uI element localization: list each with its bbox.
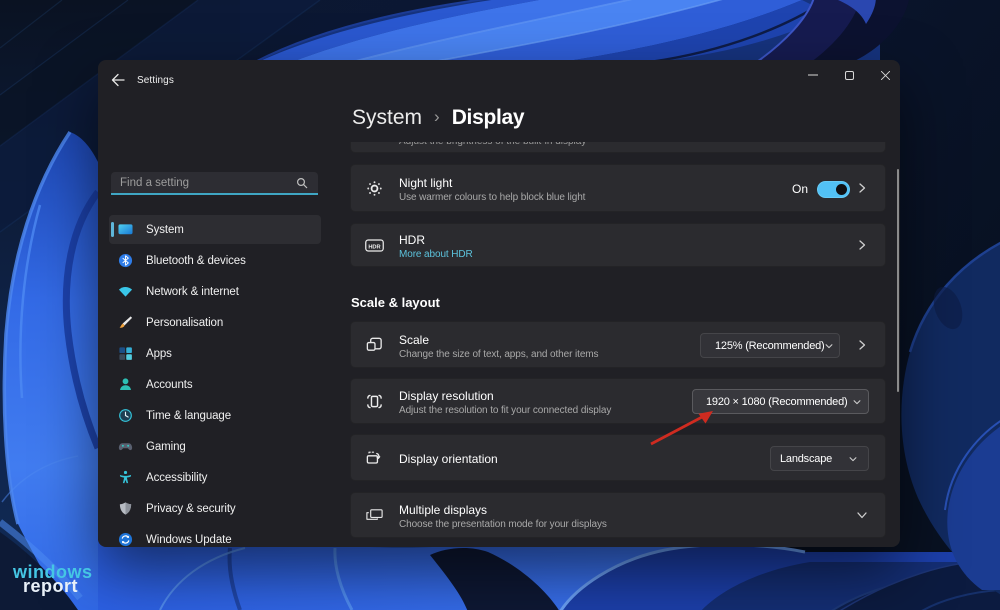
svg-text:HDR: HDR bbox=[368, 244, 380, 250]
